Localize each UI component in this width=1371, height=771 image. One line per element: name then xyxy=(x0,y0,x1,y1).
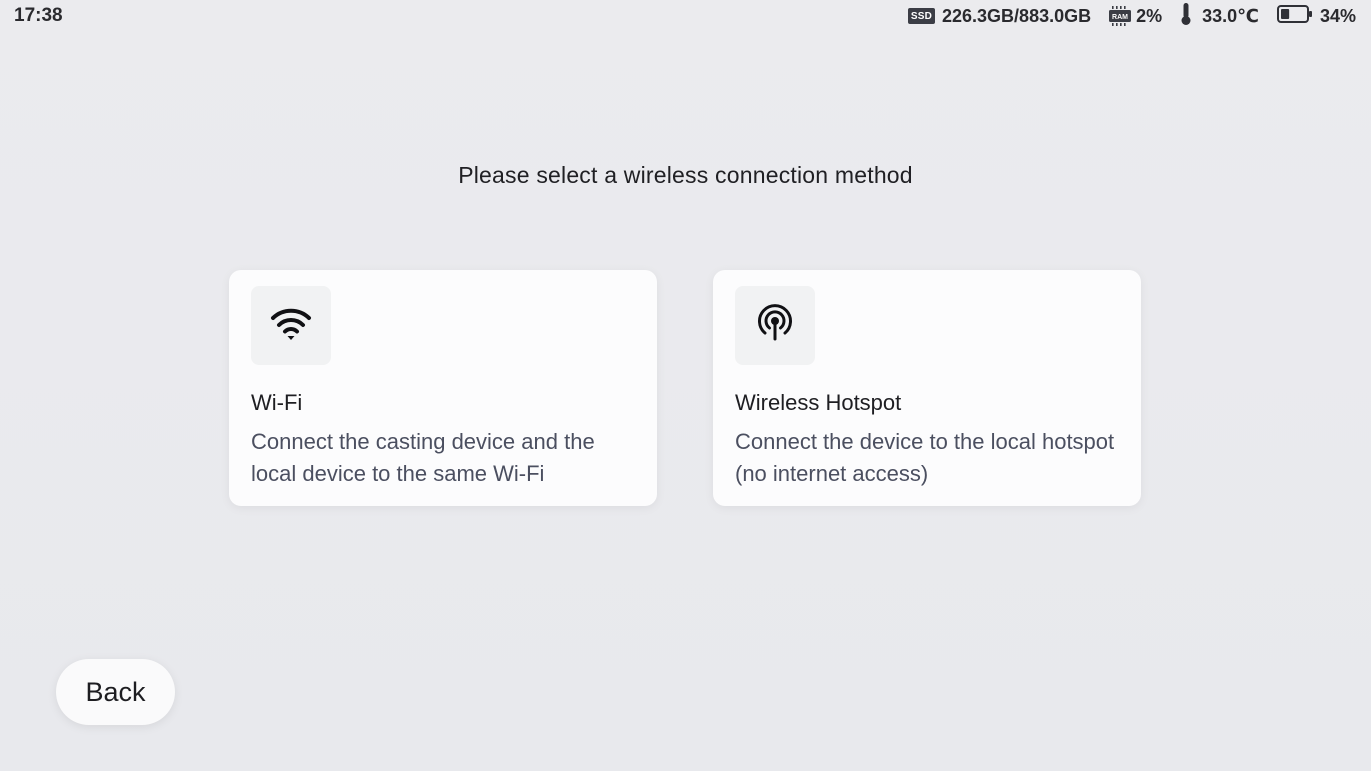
hotspot-icon-box xyxy=(735,286,815,365)
ssd-value: 226.3GB/883.0GB xyxy=(942,5,1092,26)
ssd-icon: SSD xyxy=(907,8,936,24)
hotspot-option-title: Wireless Hotspot xyxy=(735,390,902,415)
temperature-value: 33.0℃ xyxy=(1202,5,1259,26)
battery-value: 34% xyxy=(1319,5,1356,26)
back-button[interactable]: Back xyxy=(56,659,175,725)
status-bar: 17:38 SSD 226.3GB/883.0GB RAM 2% 33.0℃ 3… xyxy=(0,0,1371,32)
wifi-option-card[interactable]: Wi-Fi Connect the casting device and the… xyxy=(229,270,657,506)
page-title: Please select a wireless connection meth… xyxy=(458,162,913,188)
wifi-option-description: Connect the casting device and the local… xyxy=(251,429,595,486)
ram-status: RAM 2% xyxy=(1109,5,1162,27)
hotspot-option-card[interactable]: Wireless Hotspot Connect the device to t… xyxy=(713,270,1141,506)
temperature-status: 33.0℃ xyxy=(1180,2,1259,31)
battery-icon xyxy=(1276,4,1313,29)
status-indicators: SSD 226.3GB/883.0GB RAM 2% 33.0℃ 34% xyxy=(907,2,1356,31)
ram-value: 2% xyxy=(1136,5,1163,26)
hotspot-option-description: Connect the device to the local hotspot … xyxy=(735,429,1115,486)
ram-icon: RAM xyxy=(1109,5,1132,27)
battery-fill xyxy=(1280,8,1290,19)
battery-status: 34% xyxy=(1276,4,1356,29)
thermometer-icon xyxy=(1180,2,1192,31)
wifi-icon xyxy=(269,305,313,346)
wifi-icon-box xyxy=(251,286,331,365)
svg-text:RAM: RAM xyxy=(1112,14,1128,21)
screen: 17:38 SSD 226.3GB/883.0GB RAM 2% 33.0℃ 3… xyxy=(0,0,1371,771)
ssd-status: SSD 226.3GB/883.0GB xyxy=(907,5,1092,27)
hotspot-icon xyxy=(753,301,797,350)
clock: 17:38 xyxy=(14,5,63,26)
wifi-option-title: Wi-Fi xyxy=(251,390,303,415)
